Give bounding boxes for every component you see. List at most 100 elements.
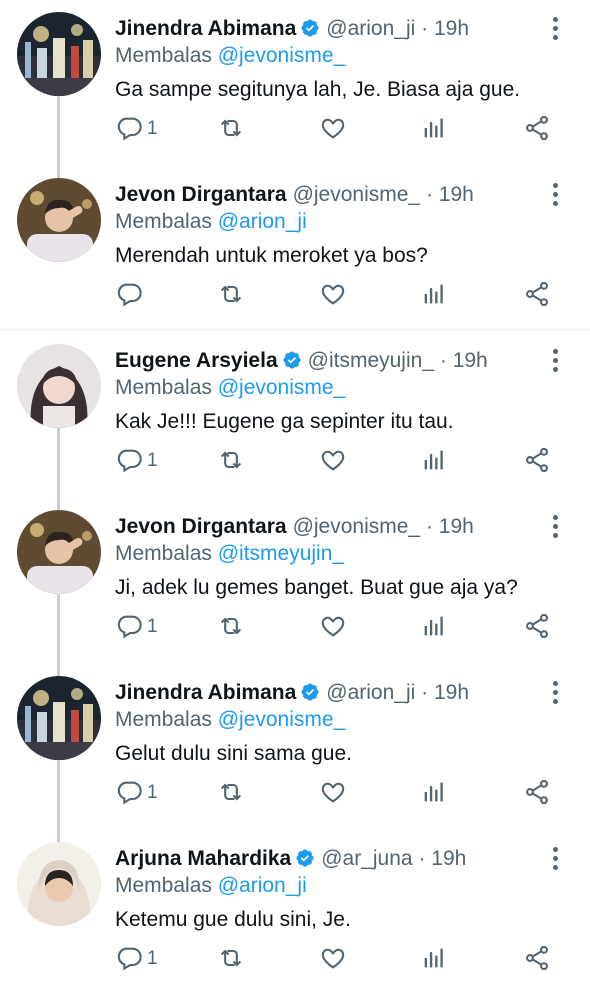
timestamp[interactable]: 19h — [434, 681, 469, 704]
retweet-icon — [217, 280, 245, 308]
like-button[interactable] — [319, 778, 347, 808]
tweet[interactable]: Jevon Dirgantara @jevonisme_ · 19h Membala… — [0, 166, 590, 332]
tweet-text: Gelut dulu sini sama gue. — [115, 742, 352, 765]
tweet[interactable]: Eugene Arsyiela @itsmeyujin_ · 19h Membala… — [0, 332, 590, 498]
share-button[interactable] — [523, 612, 551, 642]
timestamp[interactable]: 19h — [434, 17, 469, 40]
heart-icon — [319, 612, 347, 640]
action-bar: 1 — [115, 446, 555, 476]
analytics-icon — [420, 778, 448, 806]
tweet-header: Jinendra Abimana @arion_ji · 19h — [115, 678, 469, 708]
more-options-icon[interactable] — [550, 349, 560, 375]
replying-prefix: Membalas — [115, 376, 212, 399]
retweet-button[interactable] — [217, 114, 245, 144]
tweet[interactable]: Arjuna Mahardika @ar_juna · 19h Membalas @… — [0, 830, 590, 996]
reply-icon — [115, 612, 175, 640]
display-name[interactable]: Jevon Dirgantara — [115, 183, 287, 206]
reply-button[interactable]: 1 — [115, 114, 175, 144]
retweet-button[interactable] — [217, 778, 245, 808]
tweet-text: Kak Je!!! Eugene ga sepinter itu tau. — [115, 410, 454, 433]
tweet-text: Ga sampe segitunya lah, Je. Biasa aja gu… — [115, 78, 521, 101]
retweet-icon — [217, 944, 245, 972]
retweet-button[interactable] — [217, 612, 245, 642]
tweet-header: Eugene Arsyiela @itsmeyujin_ · 19h — [115, 346, 488, 376]
avatar[interactable] — [17, 344, 101, 428]
display-name[interactable]: Jinendra Abimana — [115, 17, 296, 40]
retweet-button[interactable] — [217, 446, 245, 476]
share-icon — [523, 612, 551, 640]
analytics-button[interactable] — [420, 944, 448, 974]
like-button[interactable] — [319, 612, 347, 642]
share-icon — [523, 114, 551, 142]
tweet[interactable]: Jinendra Abimana @arion_ji · 19h Membalas … — [0, 664, 590, 830]
analytics-button[interactable] — [420, 280, 448, 310]
avatar[interactable] — [17, 12, 101, 96]
action-bar — [115, 280, 555, 310]
timestamp[interactable]: 19h — [453, 349, 488, 372]
analytics-button[interactable] — [420, 114, 448, 144]
retweet-icon — [217, 114, 245, 142]
replying-prefix: Membalas — [115, 874, 212, 897]
action-bar: 1 — [115, 944, 555, 974]
avatar[interactable] — [17, 510, 101, 594]
avatar[interactable] — [17, 178, 101, 262]
timestamp[interactable]: 19h — [439, 515, 474, 538]
share-button[interactable] — [523, 944, 551, 974]
more-options-icon[interactable] — [550, 17, 560, 43]
like-button[interactable] — [319, 114, 347, 144]
more-options-icon[interactable] — [550, 681, 560, 707]
analytics-button[interactable] — [420, 778, 448, 808]
more-options-icon[interactable] — [550, 183, 560, 209]
analytics-button[interactable] — [420, 446, 448, 476]
user-handle[interactable]: @arion_ji — [326, 681, 415, 704]
heart-icon — [319, 280, 347, 308]
like-button[interactable] — [319, 446, 347, 476]
reply-button[interactable]: 1 — [115, 778, 175, 808]
user-handle[interactable]: @jevonisme_ — [293, 183, 421, 206]
reply-mention-link[interactable]: @itsmeyujin_ — [218, 542, 344, 565]
reply-mention-link[interactable]: @jevonisme_ — [218, 44, 346, 67]
share-button[interactable] — [523, 446, 551, 476]
display-name[interactable]: Eugene Arsyiela — [115, 349, 278, 372]
retweet-button[interactable] — [217, 280, 245, 310]
like-button[interactable] — [319, 280, 347, 310]
more-options-icon[interactable] — [550, 515, 560, 541]
tweet-header: Jinendra Abimana @arion_ji · 19h — [115, 14, 469, 44]
reply-mention-link[interactable]: @arion_ji — [218, 210, 307, 233]
avatar[interactable] — [17, 842, 101, 926]
tweet-header: Jevon Dirgantara @jevonisme_ · 19h — [115, 512, 474, 542]
replying-prefix: Membalas — [115, 210, 212, 233]
reply-mention-link[interactable]: @jevonisme_ — [218, 708, 346, 731]
share-button[interactable] — [523, 778, 551, 808]
reply-button[interactable]: 1 — [115, 446, 175, 476]
display-name[interactable]: Jevon Dirgantara — [115, 515, 287, 538]
reply-button[interactable]: 1 — [115, 944, 175, 974]
analytics-button[interactable] — [420, 612, 448, 642]
tweet[interactable]: Jevon Dirgantara @jevonisme_ · 19h Membala… — [0, 498, 590, 664]
reply-button[interactable]: 1 — [115, 612, 175, 642]
reply-mention-link[interactable]: @jevonisme_ — [218, 376, 346, 399]
more-options-icon[interactable] — [550, 847, 560, 873]
tweet-text: Merendah untuk meroket ya bos? — [115, 244, 428, 267]
user-handle[interactable]: @ar_juna — [321, 847, 412, 870]
reply-mention-link[interactable]: @arion_ji — [218, 874, 307, 897]
display-name[interactable]: Arjuna Mahardika — [115, 847, 291, 870]
share-button[interactable] — [523, 280, 551, 310]
timestamp[interactable]: 19h — [431, 847, 466, 870]
heart-icon — [319, 944, 347, 972]
retweet-button[interactable] — [217, 944, 245, 974]
replying-to: Membalas @arion_ji — [115, 207, 307, 237]
display-name[interactable]: Jinendra Abimana — [115, 681, 296, 704]
user-handle[interactable]: @jevonisme_ — [293, 515, 421, 538]
user-handle[interactable]: @arion_ji — [326, 17, 415, 40]
separator-dot: · — [439, 349, 447, 372]
user-handle[interactable]: @itsmeyujin_ — [308, 349, 434, 372]
share-button[interactable] — [523, 114, 551, 144]
avatar[interactable] — [17, 676, 101, 760]
reply-icon — [115, 446, 175, 474]
reply-button[interactable] — [115, 280, 175, 310]
tweet[interactable]: Jinendra Abimana @arion_ji · 19h Membalas … — [0, 0, 590, 166]
timestamp[interactable]: 19h — [439, 183, 474, 206]
like-button[interactable] — [319, 944, 347, 974]
separator-dot: · — [425, 183, 433, 206]
